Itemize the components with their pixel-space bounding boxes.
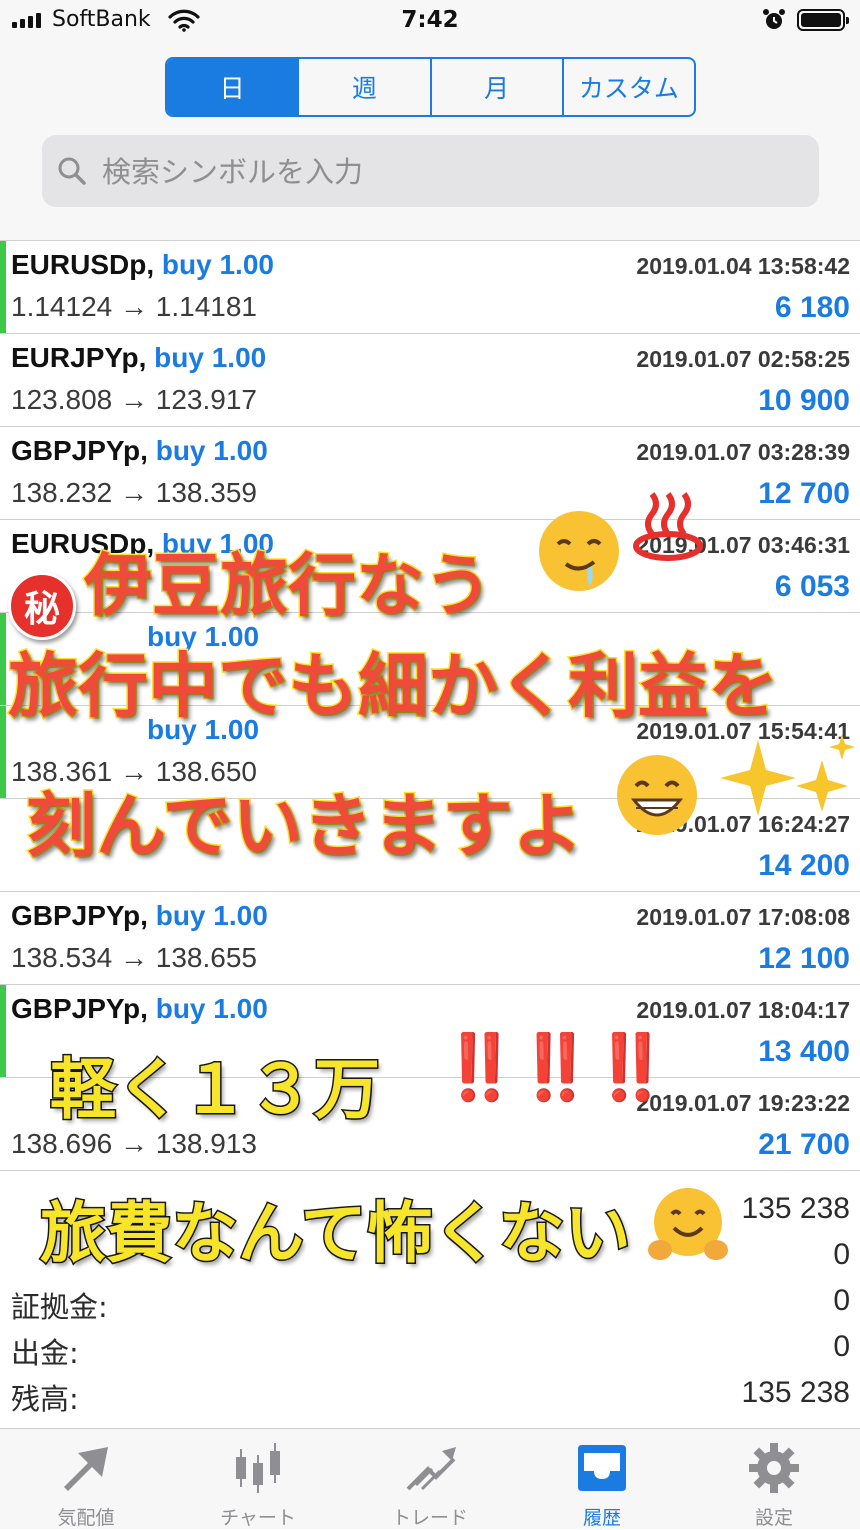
summary-value: 0	[833, 1330, 850, 1363]
period-tab-day[interactable]: 日	[167, 59, 298, 115]
trade-type: buy 1.00	[155, 993, 268, 1024]
trade-profit: 12 100	[758, 942, 850, 975]
caption-line-5: 旅費なんて怖くない	[39, 1194, 633, 1274]
trade-prices: 138.696 → 138.913	[11, 1128, 257, 1159]
trade-time: 2019.01.07 03:28:39	[636, 439, 850, 465]
tab-label: チャート	[220, 1507, 296, 1529]
trade-symbol: GBPJPYp,	[11, 900, 148, 931]
trade-profit: 10 900	[758, 384, 850, 417]
hot-springs-icon	[630, 486, 706, 566]
summary-row-withdrawal: 出金: 0	[0, 1326, 860, 1372]
trade-profit: 6 180	[774, 291, 850, 324]
grinning-face-icon	[614, 752, 700, 842]
trade-row[interactable]: GBPJPYp, buy 1.00 2019.01.07 17:08:08 13…	[0, 892, 860, 985]
summary-value: 135 238	[741, 1376, 850, 1409]
caption-line-2: 旅行中でも細かく利益を	[7, 644, 780, 729]
summary-value: 135 238	[741, 1192, 850, 1225]
tab-chart[interactable]: チャート	[172, 1429, 344, 1529]
sparkles-icon	[702, 730, 860, 834]
trade-icon	[402, 1441, 458, 1499]
trade-time: 2019.01.07 17:08:08	[636, 904, 850, 930]
trade-symbol: EURUSDp,	[11, 249, 155, 280]
search-input[interactable]	[100, 135, 804, 209]
caption-line-4: 軽く１３万	[49, 1050, 382, 1130]
battery-icon	[797, 9, 849, 31]
trade-profit: 13 400	[758, 1035, 850, 1068]
trade-profit: 6 053	[774, 570, 850, 603]
trade-symbol: GBPJPYp,	[11, 435, 148, 466]
bottom-tab-bar: 気配値 チャート トレード 履歴 設定	[0, 1428, 860, 1529]
trade-prices: 138.534 → 138.655	[11, 942, 257, 973]
exclamation-icon: ‼️‼️‼️	[440, 1031, 671, 1105]
trade-row[interactable]: GBPJPYp, buy 1.00 2019.01.07 03:28:39 13…	[0, 427, 860, 520]
tab-label: トレード	[391, 1507, 468, 1529]
history-icon	[574, 1441, 630, 1499]
tab-label: 気配値	[57, 1507, 115, 1529]
tab-history[interactable]: 履歴	[516, 1429, 688, 1529]
period-tab-week[interactable]: 週	[297, 59, 429, 115]
trade-row[interactable]: EURUSDp, buy 1.00 2019.01.04 13:58:42 1.…	[0, 241, 860, 334]
trade-type: buy 1.00	[155, 900, 268, 931]
clock: 7:42	[401, 7, 459, 33]
alarm-icon	[762, 8, 786, 36]
caption-line-1: 伊豆旅行なう	[82, 546, 493, 628]
period-tab-month[interactable]: 月	[429, 59, 562, 115]
tab-quotes[interactable]: 気配値	[0, 1429, 172, 1529]
trade-type: buy 1.00	[155, 435, 268, 466]
trade-time: 2019.01.04 13:58:42	[636, 253, 850, 279]
period-segmented-control: 日 週 月 カスタム	[165, 57, 696, 117]
status-bar: SoftBank 7:42	[0, 0, 860, 42]
hugging-face-icon	[646, 1184, 730, 1272]
summary-label: 出金:	[11, 1336, 79, 1370]
trade-profit: 14 200	[758, 849, 850, 882]
trade-type: buy 1.00	[161, 249, 274, 280]
tab-label: 履歴	[582, 1507, 621, 1529]
quotes-icon	[58, 1441, 114, 1499]
settings-icon	[746, 1441, 802, 1499]
buy-indicator	[0, 241, 6, 333]
buy-indicator	[0, 985, 6, 1077]
trade-symbol: GBPJPYp,	[11, 993, 148, 1024]
buy-indicator	[0, 613, 6, 705]
trade-time: 2019.01.07 02:58:25	[636, 346, 850, 372]
drooling-face-icon	[536, 508, 622, 598]
summary-label: 残高:	[11, 1382, 79, 1416]
summary-value: 0	[833, 1284, 850, 1317]
trade-time: 2019.01.07 19:23:22	[636, 1090, 850, 1116]
search-bar	[42, 135, 819, 209]
summary-label: 証拠金:	[11, 1290, 108, 1324]
summary-row-deposit: 証拠金: 0	[0, 1280, 860, 1326]
trade-row[interactable]: EURJPYp, buy 1.00 2019.01.07 02:58:25 12…	[0, 334, 860, 427]
trade-type: buy 1.00	[154, 342, 267, 373]
trade-profit: 21 700	[758, 1128, 850, 1161]
summary-value: 0	[833, 1238, 850, 1271]
trade-prices: 138.232 → 138.359	[11, 477, 257, 508]
search-icon	[56, 155, 88, 191]
buy-indicator	[0, 706, 6, 798]
tab-label: 設定	[754, 1507, 793, 1529]
caption-line-3: 刻んでいきますよ	[25, 784, 584, 869]
tab-trade[interactable]: トレード	[344, 1429, 516, 1529]
trade-prices: 1.14124 → 1.14181	[11, 291, 257, 322]
tab-settings[interactable]: 設定	[688, 1429, 860, 1529]
trade-prices: 123.808 → 123.917	[11, 384, 257, 415]
period-tab-custom[interactable]: カスタム	[561, 59, 694, 115]
trade-symbol: EURJPYp,	[11, 342, 147, 373]
trade-profit: 12 700	[758, 477, 850, 510]
summary-row-balance: 残高: 135 238	[0, 1372, 860, 1418]
history-header: 日 週 月 カスタム	[0, 42, 860, 241]
chart-icon	[230, 1441, 286, 1499]
trade-time: 2019.01.07 18:04:17	[636, 997, 850, 1023]
